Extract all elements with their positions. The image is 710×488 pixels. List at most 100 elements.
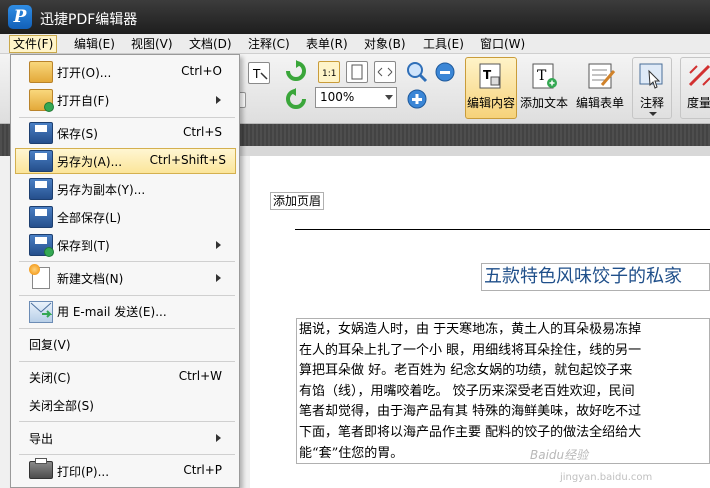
- menu-revert[interactable]: 回复(V): [15, 331, 236, 357]
- body-line: 算把耳朵做 好。老百姓为 纪念女娲的功绩，就包起饺子来: [299, 363, 633, 379]
- menu-save-copy[interactable]: 另存为副本(Y)...: [15, 176, 236, 202]
- menu-export[interactable]: 导出: [15, 425, 236, 451]
- watermark: Baidu经验: [530, 448, 589, 462]
- menu-save-copy-label: 另存为副本(Y)...: [57, 183, 146, 197]
- select-tool-icon[interactable]: T: [248, 62, 270, 84]
- menu-print-label: 打印(P)...: [57, 465, 110, 479]
- edit-form-label: 编辑表单: [576, 96, 625, 110]
- menu-save-as[interactable]: 另存为(A)... Ctrl+Shift+S: [15, 148, 236, 174]
- svg-text:T: T: [252, 67, 261, 81]
- menu-file[interactable]: 文件(F): [9, 35, 58, 53]
- save-as-icon: [29, 150, 53, 172]
- menu-close[interactable]: 关闭(C) Ctrl+W: [15, 364, 236, 390]
- actual-size-icon[interactable]: 1:1: [318, 61, 340, 83]
- menu-export-label: 导出: [29, 432, 54, 446]
- save-disk-icon: [29, 122, 53, 144]
- menu-separator: [19, 117, 235, 118]
- menu-revert-label: 回复(V): [29, 338, 71, 352]
- zoom-select[interactable]: 100%: [315, 87, 397, 108]
- email-icon: [29, 301, 53, 323]
- menu-new-document[interactable]: 新建文档(N): [15, 264, 236, 291]
- menu-separator: [19, 328, 235, 329]
- edit-content-button[interactable]: T 编辑内容: [465, 57, 517, 119]
- menu-window[interactable]: 窗口(W): [477, 36, 528, 52]
- fit-width-icon[interactable]: [374, 61, 396, 83]
- menu-save[interactable]: 保存(S) Ctrl+S: [15, 120, 236, 146]
- measure-button[interactable]: 度量: [680, 57, 710, 119]
- menu-email[interactable]: 用 E-mail 发送(E)...: [15, 298, 236, 324]
- save-to-icon: [29, 234, 54, 257]
- submenu-arrow-icon: [216, 434, 221, 442]
- add-text-button[interactable]: T 添加文本: [519, 57, 571, 119]
- comment-icon: [639, 63, 667, 89]
- edit-content-label: 编辑内容: [467, 96, 516, 110]
- menu-form[interactable]: 表单(R): [303, 36, 351, 52]
- document-body-textbox[interactable]: 据说，女娲造人时，由 于天寒地冻，黄土人的耳朵极易冻掉 在人的耳朵上扎了一个小 …: [296, 318, 710, 464]
- menu-object[interactable]: 对象(B): [361, 36, 409, 52]
- menu-close-label: 关闭(C): [29, 371, 71, 385]
- edit-form-button[interactable]: 编辑表单: [575, 57, 627, 119]
- menu-print-shortcut: Ctrl+P: [183, 463, 222, 477]
- comment-label: 注释: [640, 96, 665, 110]
- menu-close-shortcut: Ctrl+W: [178, 369, 222, 383]
- menu-document[interactable]: 文档(D): [186, 36, 235, 52]
- menu-edit[interactable]: 编辑(E): [71, 36, 118, 52]
- menu-separator: [19, 421, 235, 422]
- submenu-arrow-icon: [216, 241, 221, 249]
- body-line: 据说，女娲造人时，由 于天寒地冻，黄土人的耳朵极易冻掉: [299, 322, 642, 337]
- fit-page-icon[interactable]: [346, 61, 368, 83]
- menu-save-to-label: 保存到(T): [57, 239, 110, 253]
- body-line: 能“套”住您的胃。: [299, 445, 404, 461]
- menu-save-as-shortcut: Ctrl+Shift+S: [149, 153, 226, 167]
- menu-save-label: 保存(S): [57, 127, 98, 141]
- menu-comment[interactable]: 注释(C): [245, 36, 293, 52]
- body-line: 下面，笔者即将以海产品作主要 配料的饺子的做法全绍给大: [299, 424, 642, 440]
- menu-separator: [19, 261, 235, 262]
- new-document-icon: [29, 264, 50, 289]
- zoom-in-icon[interactable]: [406, 88, 428, 110]
- svg-text:T: T: [537, 68, 547, 84]
- edit-form-icon: [588, 63, 616, 89]
- rotate-counterclockwise-icon[interactable]: [285, 88, 307, 110]
- comment-dropdown-arrow-icon[interactable]: [649, 112, 657, 116]
- menu-open-from-label: 打开自(F): [57, 94, 110, 108]
- save-copy-icon: [29, 178, 53, 200]
- body-line: 有馅（线），用嘴咬着吃。 饺子历来深受老百姓欢迎，民间: [299, 383, 635, 399]
- menu-save-all[interactable]: 全部保存(L): [15, 204, 236, 230]
- body-line: 笔者却觉得，由于海产品有其 特殊的海鲜美味，故好吃不过: [299, 404, 642, 420]
- rotate-clockwise-icon[interactable]: [285, 60, 307, 82]
- submenu-arrow-icon: [216, 274, 221, 282]
- app-logo-icon: P: [8, 5, 32, 29]
- menu-open[interactable]: 打开(O)... Ctrl+O: [15, 59, 236, 85]
- body-line: 在人的耳朵上扎了一个小 眼，用细线将耳朵拴住，线的另一: [299, 342, 642, 358]
- menu-print[interactable]: 打印(P)... Ctrl+P: [15, 458, 236, 484]
- menu-open-from[interactable]: 打开自(F): [15, 87, 236, 113]
- save-all-icon: [29, 206, 53, 228]
- svg-text:1:1: 1:1: [322, 69, 336, 79]
- menu-save-all-label: 全部保存(L): [57, 211, 122, 225]
- document-title-textbox[interactable]: 五款特色风味饺子的私家: [481, 263, 710, 291]
- menu-close-all-label: 关闭全部(S): [29, 399, 94, 413]
- comment-button[interactable]: 注释: [632, 57, 672, 119]
- title-bar: P 迅捷PDF编辑器: [0, 0, 710, 34]
- zoom-marquee-icon[interactable]: [405, 60, 429, 84]
- menu-view[interactable]: 视图(V): [128, 36, 176, 52]
- watermark-url: jingyan.baidu.com: [560, 472, 653, 483]
- zoom-out-icon[interactable]: [434, 61, 456, 83]
- menu-email-label: 用 E-mail 发送(E)...: [57, 305, 167, 319]
- folder-globe-icon: [29, 89, 54, 112]
- menu-save-to[interactable]: 保存到(T): [15, 232, 236, 258]
- menu-separator: [19, 361, 235, 362]
- menu-save-shortcut: Ctrl+S: [182, 125, 222, 139]
- document-tab-line: [240, 146, 710, 156]
- add-header-field[interactable]: 添加页眉: [270, 192, 325, 210]
- add-text-label: 添加文本: [520, 96, 569, 110]
- chevron-down-icon[interactable]: [385, 95, 393, 100]
- menu-tools[interactable]: 工具(E): [420, 36, 467, 52]
- submenu-arrow-icon: [216, 96, 221, 104]
- menu-bar: 文件(F) 编辑(E) 视图(V) 文档(D) 注释(C) 表单(R) 对象(B…: [0, 34, 710, 54]
- menu-close-all[interactable]: 关闭全部(S): [15, 392, 236, 418]
- app-title: 迅捷PDF编辑器: [40, 12, 138, 28]
- menu-separator: [19, 295, 235, 296]
- zoom-value: 100%: [320, 90, 355, 104]
